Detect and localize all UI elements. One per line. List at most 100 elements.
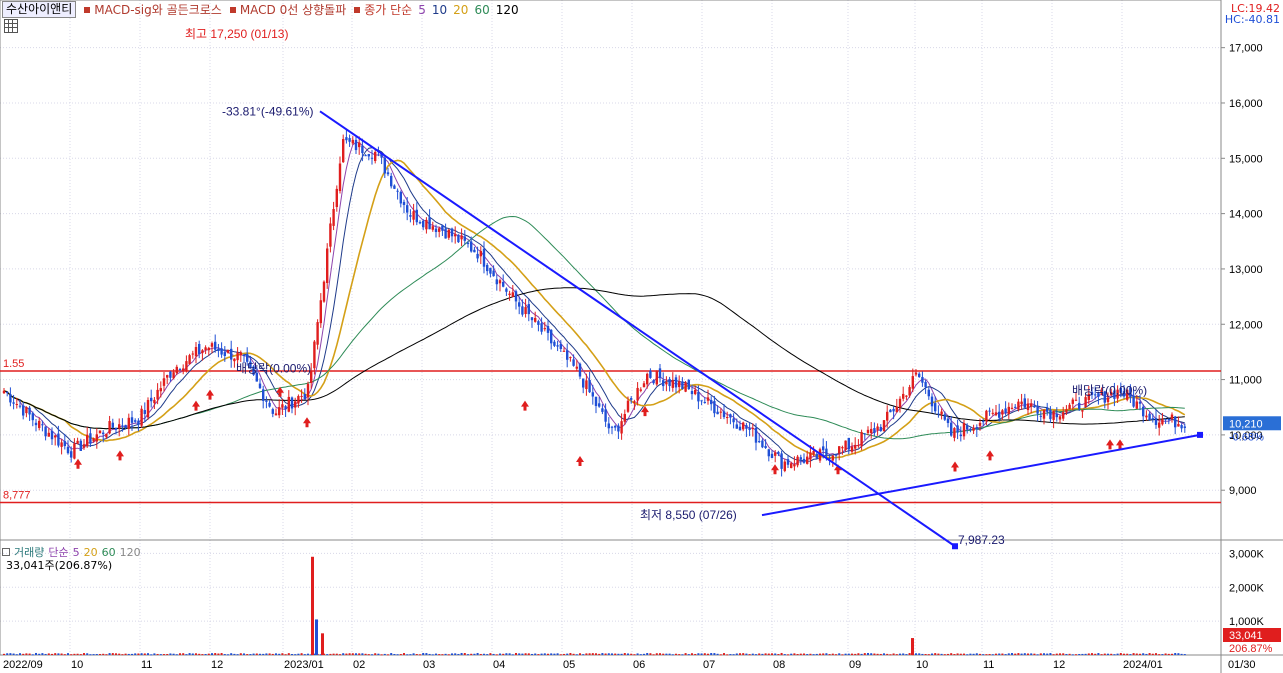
- candle-body: [1020, 401, 1023, 405]
- volume-bar: [543, 653, 546, 655]
- volume-tick-label: 3,000K: [1229, 548, 1265, 560]
- candle-body: [1039, 415, 1042, 417]
- volume-bar: [236, 654, 239, 656]
- candle-body: [300, 395, 303, 397]
- volume-bar: [348, 653, 351, 655]
- candle-body: [770, 453, 774, 459]
- candle-body: [79, 440, 82, 451]
- volume-bar: [441, 654, 444, 656]
- volume-bar: [985, 654, 988, 656]
- volume-spike: [321, 633, 324, 655]
- volume-tick-label: 1,000K: [1229, 616, 1265, 628]
- last-change-label: -0.68%: [1229, 431, 1264, 443]
- ma-period-5[interactable]: 5: [418, 3, 426, 17]
- volume-bar: [867, 652, 869, 655]
- volume-bar: [777, 654, 780, 656]
- candle-body: [591, 392, 594, 397]
- volume-bar: [1068, 653, 1071, 655]
- candle-body: [950, 422, 953, 436]
- volume-bar: [249, 654, 252, 656]
- volume-bar: [956, 653, 959, 655]
- volume-bar: [291, 654, 293, 656]
- candle-body: [322, 281, 326, 302]
- candle-body: [940, 411, 943, 415]
- candle-body: [502, 281, 505, 287]
- volume-bar: [201, 654, 204, 656]
- ma-period-120[interactable]: 120: [496, 3, 519, 17]
- stock-chart[interactable]: 1.558,777 9,00010,00011,00012,00013,0001…: [0, 0, 1283, 673]
- candle-body: [889, 409, 892, 413]
- candle-body: [57, 433, 60, 446]
- volume-bar: [6, 653, 9, 655]
- volume-bar: [988, 653, 991, 655]
- ma-period-60[interactable]: 60: [474, 3, 489, 17]
- candle-body: [908, 387, 911, 396]
- candle-body: [854, 444, 857, 449]
- volume-bar: [358, 653, 361, 655]
- candle-body: [374, 151, 377, 161]
- volume-bar: [876, 653, 879, 655]
- candle-body: [860, 432, 863, 447]
- volume-bar: [524, 653, 527, 655]
- candle-body: [636, 387, 639, 401]
- ma-period-10[interactable]: 10: [432, 3, 447, 17]
- candle-body: [239, 352, 242, 356]
- grid-toggle-icon[interactable]: [4, 19, 18, 33]
- candle-body: [82, 444, 86, 448]
- candle-body: [745, 425, 748, 429]
- candle-body: [562, 350, 566, 352]
- volume-bar: [431, 654, 434, 656]
- candle-body: [1154, 418, 1158, 425]
- volume-bar: [150, 654, 153, 656]
- volume-bar: [367, 654, 370, 656]
- volume-bar: [83, 653, 85, 655]
- volume-bar: [982, 654, 985, 656]
- volume-bar: [1158, 654, 1161, 656]
- ma-period-20[interactable]: 20: [453, 3, 468, 17]
- volume-bar: [697, 653, 700, 655]
- volume-bar: [396, 654, 399, 656]
- candle-body: [143, 410, 146, 414]
- candle-body: [674, 377, 678, 388]
- candle-body: [876, 426, 879, 430]
- volume-bar: [387, 654, 389, 656]
- volume-ma-120[interactable]: 120: [120, 546, 141, 559]
- volume-bar: [268, 653, 271, 655]
- volume-bar: [719, 654, 722, 656]
- candle-body: [70, 451, 73, 458]
- candle-body: [697, 392, 700, 402]
- candle-body: [220, 348, 223, 355]
- volume-bar: [1036, 654, 1039, 656]
- candle-body: [658, 368, 662, 379]
- volume-bar: [591, 653, 594, 655]
- volume-bar: [828, 654, 831, 656]
- legend-item-macd-zero[interactable]: MACD 0선 상향돌파: [240, 1, 346, 18]
- volume-bar: [262, 653, 265, 655]
- volume-bar: [908, 653, 911, 655]
- stock-name[interactable]: 수산아이앤티: [2, 1, 77, 18]
- volume-bar: [844, 653, 847, 655]
- volume-bar: [841, 654, 844, 656]
- volume-bar: [1023, 653, 1026, 655]
- volume-bar: [1110, 653, 1113, 655]
- volume-bar: [809, 653, 812, 655]
- candle-body: [892, 408, 895, 412]
- candle-body: [1014, 406, 1017, 408]
- volume-bar: [569, 652, 572, 655]
- volume-bar: [329, 653, 332, 655]
- candle-body: [556, 345, 559, 347]
- volume-bar: [671, 654, 674, 656]
- legend-item-macd-golden[interactable]: MACD-sig와 골든크로스: [94, 1, 222, 18]
- candle-body: [134, 420, 137, 422]
- candle-body: [553, 341, 556, 346]
- volume-current: 33,041주(206.87%): [6, 559, 113, 572]
- volume-bar: [998, 653, 1001, 655]
- candle-body: [882, 420, 886, 432]
- candle-body: [601, 408, 604, 412]
- legend-item-close-ma[interactable]: 종가 단순: [364, 1, 412, 18]
- volume-bar: [783, 654, 786, 656]
- volume-bar: [649, 653, 652, 655]
- candle-body: [383, 157, 386, 174]
- volume-bar: [716, 653, 719, 655]
- volume-bar: [67, 653, 69, 655]
